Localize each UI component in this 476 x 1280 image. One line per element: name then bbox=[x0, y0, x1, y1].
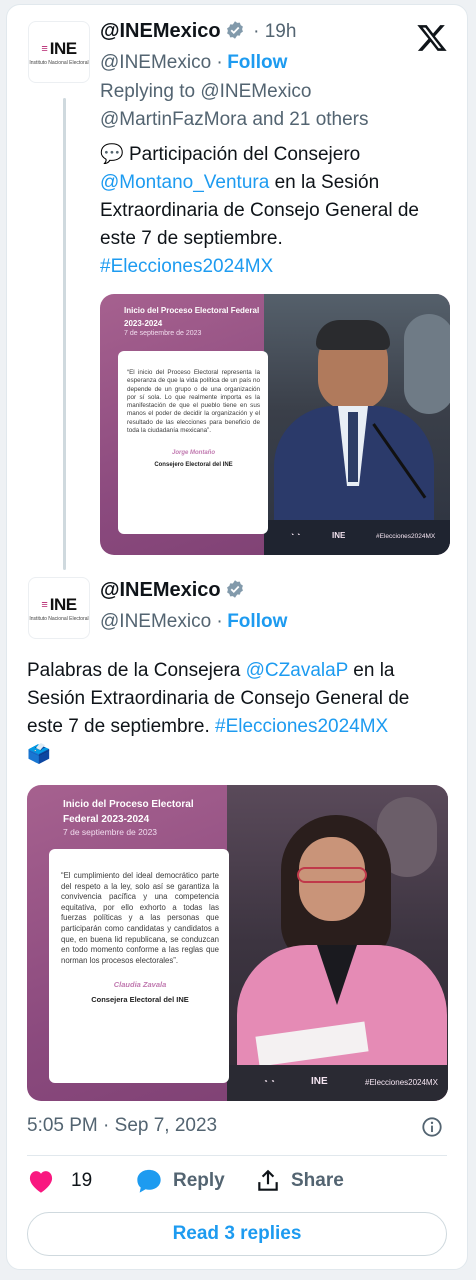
reply-label: Reply bbox=[173, 1170, 225, 1191]
speaker-photo bbox=[227, 785, 448, 1101]
speaker-tie bbox=[348, 412, 358, 482]
tweet2-author-row: @INEMexico bbox=[100, 579, 245, 602]
verified-badge-icon bbox=[226, 21, 243, 39]
tweet2-media-image[interactable]: Inicio del Proceso Electoral Federal 202… bbox=[27, 785, 448, 1101]
verified-badge-icon bbox=[226, 580, 243, 598]
read-replies-button[interactable]: Read 3 replies bbox=[27, 1212, 447, 1256]
quote-text: “El inicio del Proceso Electoral represe… bbox=[127, 369, 260, 435]
hashtag-link[interactable]: #Elecciones2024MX bbox=[215, 716, 388, 737]
follow-button[interactable]: Follow bbox=[227, 52, 287, 73]
media-footer-logo: INE bbox=[311, 1076, 328, 1087]
tweet2-text-part: Palabras de la Consejera bbox=[27, 660, 246, 681]
quote-card: “El cumplimiento del ideal democrático p… bbox=[49, 849, 229, 1083]
background-person bbox=[404, 314, 450, 414]
author-handle[interactable]: @INEMexico · bbox=[100, 611, 223, 632]
mention-link[interactable]: @CZavalaP bbox=[246, 660, 348, 681]
thread-connector-line bbox=[63, 98, 66, 570]
replying-to-line: Replying to @INEMexico bbox=[100, 81, 312, 103]
ine-logo-mark-icon: ≡ bbox=[41, 598, 48, 611]
like-count: 19 bbox=[71, 1170, 93, 1191]
share-icon bbox=[258, 1169, 278, 1191]
tweet1-handle-row: @INEMexico · Follow bbox=[100, 52, 287, 74]
ine-logo-subtitle: Instituto Nacional Electoral bbox=[29, 59, 89, 66]
media-footer-hashtag: #Elecciones2024MX bbox=[376, 533, 436, 540]
media-footer-icon: ◔ ◔ bbox=[290, 532, 301, 539]
quote-text: “El cumplimiento del ideal democrático p… bbox=[61, 871, 219, 965]
tweet2-handle-row: @INEMexico · Follow bbox=[100, 611, 287, 633]
tweet1-media-image[interactable]: Inicio del Proceso Electoral Federal 202… bbox=[100, 294, 450, 555]
speaker-photo bbox=[264, 294, 450, 555]
speaker-glasses bbox=[297, 867, 367, 883]
tweet-embed-card: ≡ INE Instituto Nacional Electoral @INEM… bbox=[6, 4, 468, 1270]
quote-role: Consejero Electoral del INE bbox=[154, 461, 233, 468]
tweet1-time[interactable]: · 19h bbox=[253, 21, 296, 42]
tweet-timestamp[interactable]: 5:05 PM · Sep 7, 2023 bbox=[27, 1115, 217, 1137]
author-name[interactable]: @INEMexico bbox=[100, 20, 221, 42]
ine-logo-subtitle: Instituto Nacional Electoral bbox=[29, 615, 89, 622]
ballot-box-emoji-icon: 🗳️ bbox=[27, 744, 51, 765]
follow-button[interactable]: Follow bbox=[227, 611, 287, 632]
quote-author: Jorge Montaño bbox=[172, 450, 215, 457]
speaker-hair bbox=[316, 320, 390, 350]
media-footer-hashtag: #Elecciones2024MX bbox=[365, 1078, 438, 1087]
media-date: 7 de septiembre de 2023 bbox=[124, 330, 202, 337]
tweet2-text: Palabras de la Consejera @CZavalaP en la… bbox=[27, 657, 447, 769]
tweet1-author-row: @INEMexico · 19h bbox=[100, 20, 296, 43]
reply-action[interactable]: Reply bbox=[135, 1168, 225, 1194]
mention-link[interactable]: @Montano_Ventura bbox=[100, 172, 269, 193]
info-icon[interactable] bbox=[421, 1116, 443, 1138]
ine-avatar[interactable]: ≡ INE Instituto Nacional Electoral bbox=[28, 577, 90, 639]
replying-to-handle[interactable]: @INEMexico bbox=[200, 81, 311, 102]
share-label: Share bbox=[291, 1170, 344, 1191]
divider bbox=[27, 1155, 447, 1156]
media-title: Inicio del Proceso Electoral Federal 202… bbox=[63, 799, 194, 825]
ine-logo-mark-icon: ≡ bbox=[41, 42, 48, 55]
tweet1-text-part: Participación del Consejero bbox=[123, 144, 361, 165]
author-handle[interactable]: @INEMexico · bbox=[100, 52, 223, 73]
media-date: 7 de septiembre de 2023 bbox=[63, 827, 158, 837]
like-action[interactable]: 19 bbox=[27, 1168, 92, 1194]
x-logo-icon[interactable] bbox=[415, 22, 449, 54]
tweet1-text: 💬 Participación del Consejero @Montano_V… bbox=[100, 141, 450, 281]
media-footer-icon: ◔ ◔ bbox=[263, 1077, 275, 1086]
reply-bubble-icon bbox=[137, 1169, 161, 1193]
quote-card: “El inicio del Proceso Electoral represe… bbox=[118, 351, 268, 534]
media-footer-logo: INE bbox=[332, 531, 346, 540]
heart-icon bbox=[29, 1171, 53, 1193]
replying-others[interactable]: @MartinFazMora and 21 others bbox=[100, 109, 369, 131]
ine-logo-text: INE bbox=[49, 38, 77, 58]
author-name[interactable]: @INEMexico bbox=[100, 579, 221, 601]
hashtag-link[interactable]: #Elecciones2024MX bbox=[100, 256, 273, 277]
replying-prefix: Replying to bbox=[100, 81, 201, 102]
media-title: Inicio del Proceso Electoral Federal 202… bbox=[124, 306, 260, 328]
ine-logo-text: INE bbox=[49, 594, 77, 614]
quote-role: Consejera Electoral del INE bbox=[91, 994, 189, 1004]
quote-author: Claudia Zavala bbox=[113, 980, 167, 990]
share-action[interactable]: Share bbox=[255, 1168, 344, 1194]
ine-avatar[interactable]: ≡ INE Instituto Nacional Electoral bbox=[28, 21, 90, 83]
speech-bubble-emoji-icon: 💬 bbox=[100, 144, 124, 165]
